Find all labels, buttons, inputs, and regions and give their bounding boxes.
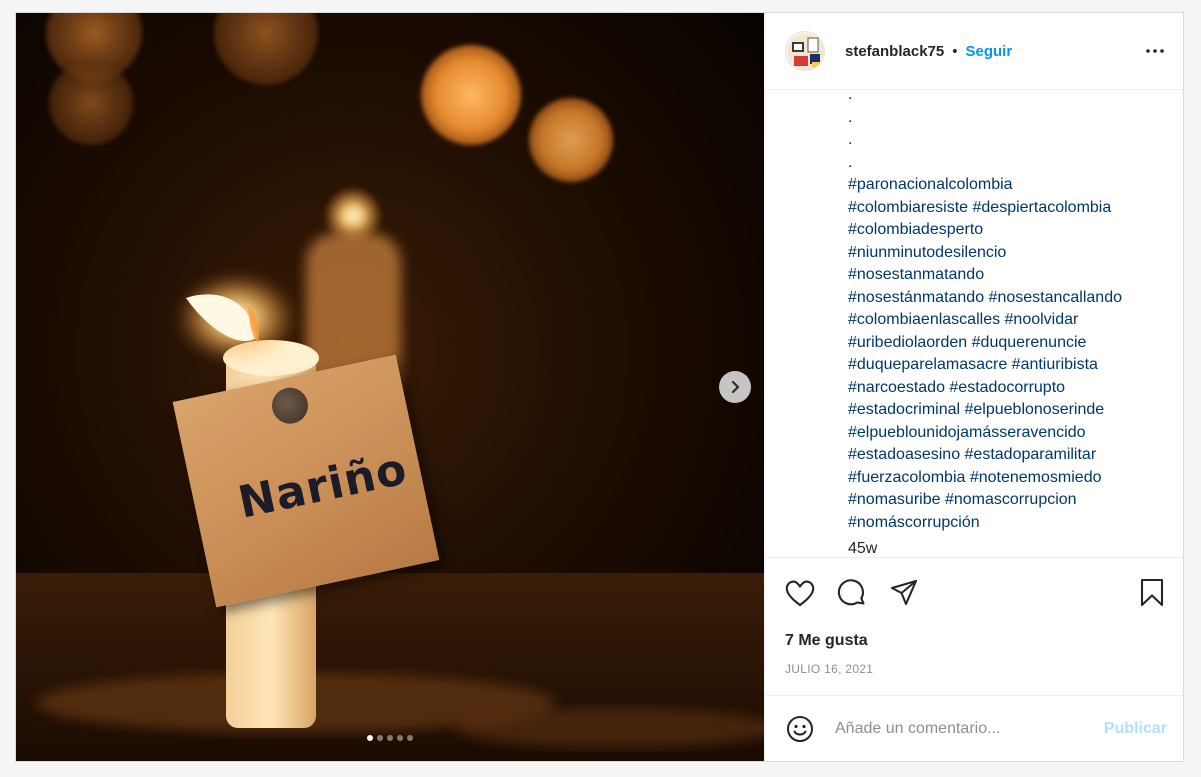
like-button[interactable] [785, 578, 815, 608]
comment-button[interactable] [837, 578, 867, 608]
post-caption[interactable]: .... #paronacionalcolombia #colombiaresist… [765, 90, 1183, 558]
hashtag-line[interactable]: #elpueblounidojamásseravencido [848, 422, 1167, 445]
action-bar [765, 558, 1183, 628]
hashtag-line[interactable]: #fuerzacolombia #notenemosmiedo [848, 467, 1167, 490]
sign-text: Nariño [233, 443, 412, 529]
publish-button[interactable]: Publicar [1104, 720, 1167, 738]
comment-icon [837, 579, 865, 606]
hashtag-line[interactable]: #colombiadesperto [848, 219, 1167, 242]
caption-dot-line: . [848, 108, 853, 126]
hashtag-line[interactable]: #paronacionalcolombia [848, 174, 1167, 197]
hashtag-line[interactable]: #estadoasesino #estadoparamilitar [848, 444, 1167, 467]
save-button[interactable] [1137, 578, 1167, 608]
hashtag-line[interactable]: #nosestánmatando #nosestancallando [848, 287, 1167, 310]
separator-dot: • [952, 42, 958, 60]
hashtag-line[interactable]: #nosestanmatando [848, 264, 1167, 287]
more-options-button[interactable] [1143, 39, 1167, 63]
hashtag-line[interactable]: #nomáscorrupción [848, 512, 1167, 535]
emoji-button[interactable] [785, 714, 815, 744]
hashtag-line[interactable]: #niunminutodesilencio [848, 242, 1167, 265]
share-button[interactable] [889, 578, 919, 608]
heart-icon [785, 580, 815, 607]
carousel-dot [377, 735, 383, 741]
carousel-dot [397, 735, 403, 741]
post-header: stefanblack75 • Seguir [765, 13, 1183, 90]
caption-dot-line: . [848, 131, 853, 148]
hashtag-line[interactable]: #nomasuribe #nomascorrupcion [848, 489, 1167, 512]
paper-plane-icon [890, 579, 918, 606]
username[interactable]: stefanblack75 [845, 43, 944, 60]
comment-input[interactable] [835, 719, 1094, 738]
hashtag-line[interactable]: #duqueparelamasacre #antiuribista [848, 354, 1167, 377]
bookmark-icon [1140, 578, 1164, 607]
smiley-icon [787, 715, 813, 742]
caption-cut-line: 45w [848, 540, 878, 557]
caption-dot-line: . [848, 90, 853, 103]
caption-dot-line: . [848, 153, 853, 171]
pin-hole [268, 384, 312, 428]
post-sidebar: stefanblack75 • Seguir .... #paronacional… [764, 13, 1183, 761]
instagram-post: Nariño stefanblack75 • Seguir . . . . #p… [15, 12, 1184, 762]
carousel-dot [367, 735, 373, 741]
chevron-right-icon [731, 380, 740, 394]
caption-text: .... #paronacionalcolombia #colombiaresist… [848, 90, 1167, 557]
avatar[interactable] [785, 31, 825, 71]
more-horizontal-icon [1146, 49, 1164, 53]
follow-button[interactable]: Seguir [966, 43, 1013, 60]
likes-count[interactable]: 7 Me gusta [765, 628, 1183, 654]
avatar-image [786, 32, 824, 70]
hashtag-line[interactable]: #colombiaresiste #despiertacolombia [848, 197, 1167, 220]
post-date[interactable]: JULIO 16, 2021 [765, 662, 1183, 676]
carousel-indicator [16, 735, 764, 741]
hashtag-line[interactable]: #estadocriminal #elpueblonoserinde [848, 399, 1167, 422]
comment-bar: Publicar [765, 695, 1183, 761]
post-media[interactable]: Nariño [16, 13, 764, 761]
hashtag-line[interactable]: #narcoestado #estadocorrupto [848, 377, 1167, 400]
carousel-dot [387, 735, 393, 741]
next-image-button[interactable] [719, 371, 751, 403]
hashtag-line[interactable]: #colombiaenlascalles #noolvidar [848, 309, 1167, 332]
carousel-dot [407, 735, 413, 741]
hashtag-line[interactable]: #uribediolaorden #duquerenuncie [848, 332, 1167, 355]
